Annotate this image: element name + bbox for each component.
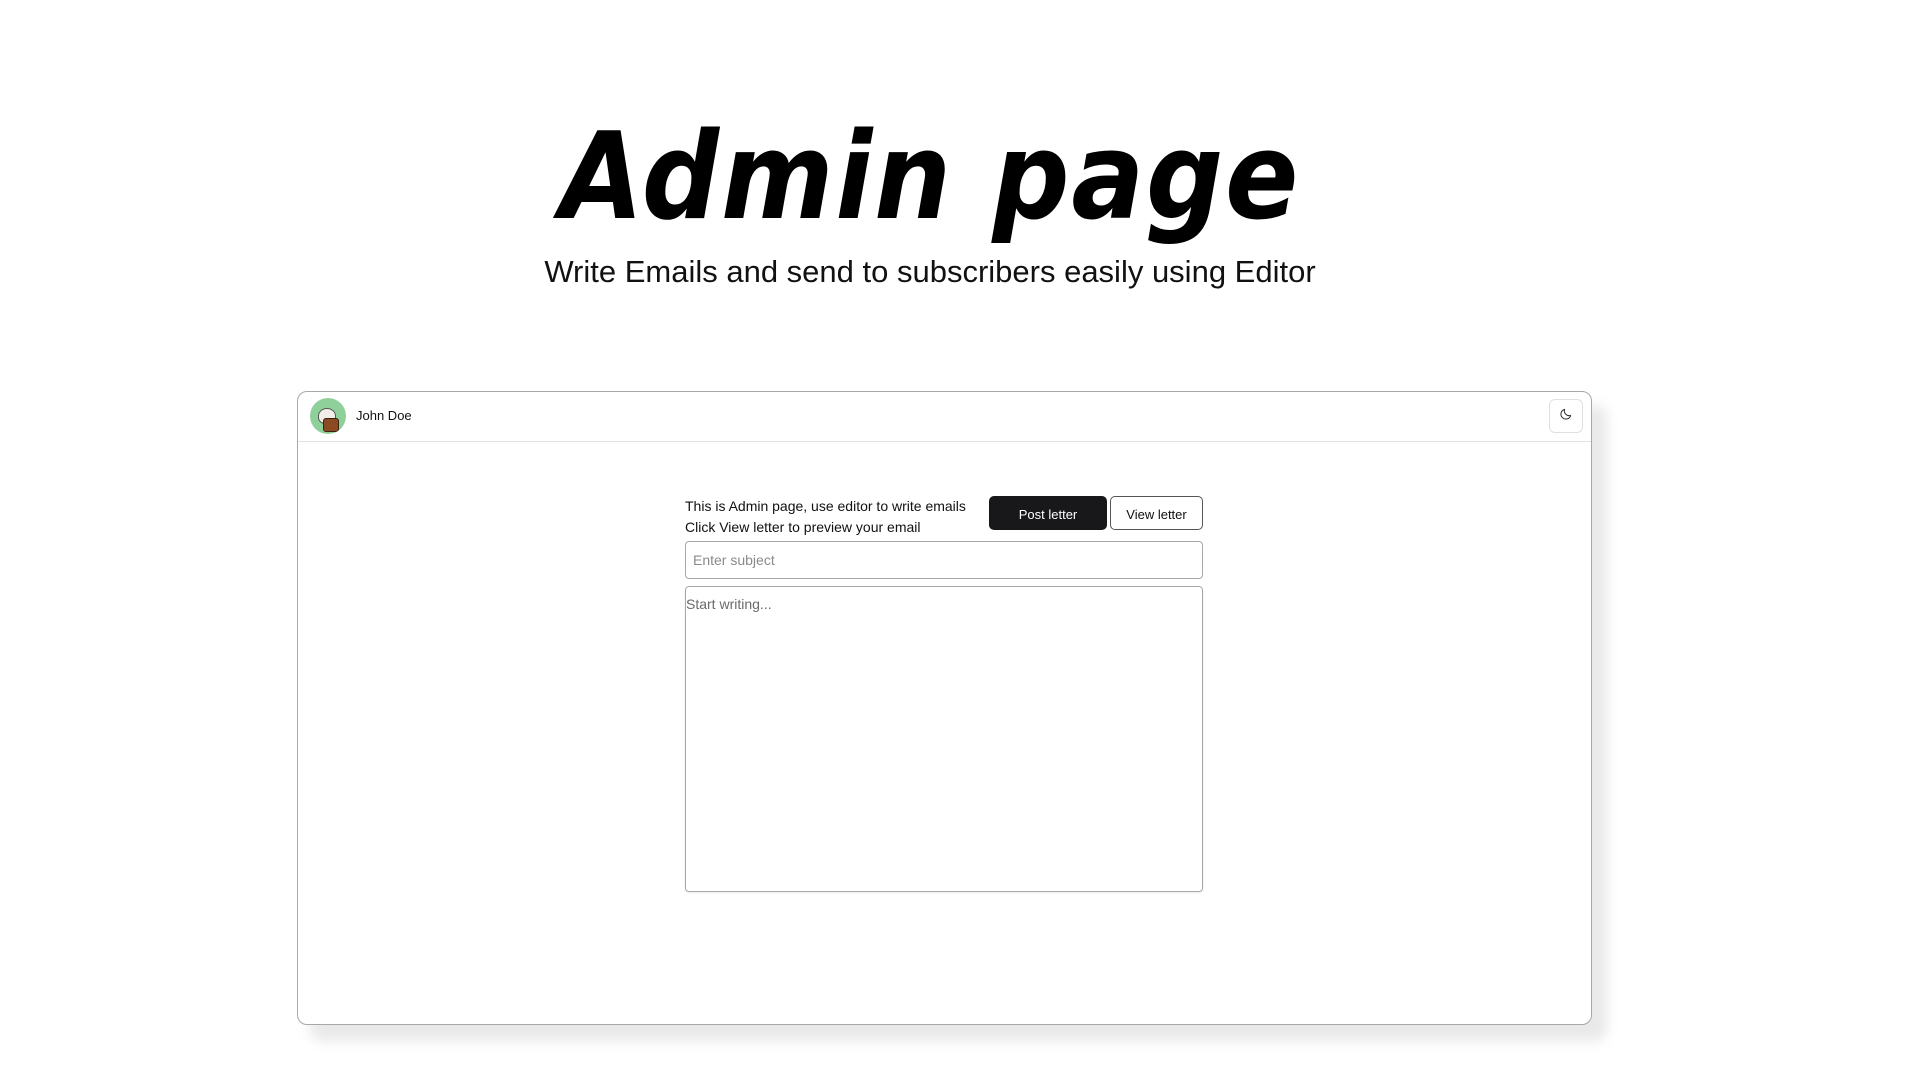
subject-input[interactable] <box>685 541 1203 579</box>
theme-toggle-button[interactable] <box>1549 399 1583 433</box>
avatar[interactable] <box>310 398 346 434</box>
page-title: Admin page <box>559 108 1301 247</box>
instruction-line-2: Click View letter to preview your email <box>685 519 921 535</box>
editor-instructions: This is Admin page, use editor to write … <box>685 496 995 538</box>
post-letter-button[interactable]: Post letter <box>989 496 1107 530</box>
view-letter-button[interactable]: View letter <box>1110 496 1203 530</box>
app-window: John Doe This is Admin page, use editor … <box>297 391 1592 1025</box>
top-bar: John Doe <box>298 392 1591 442</box>
moon-icon <box>1559 407 1573 426</box>
user-name: John Doe <box>356 408 412 423</box>
instruction-line-1: This is Admin page, use editor to write … <box>685 498 966 514</box>
avatar-body-shape <box>323 418 339 432</box>
email-body-editor[interactable] <box>685 586 1203 892</box>
page-subtitle: Write Emails and send to subscribers eas… <box>544 254 1316 289</box>
